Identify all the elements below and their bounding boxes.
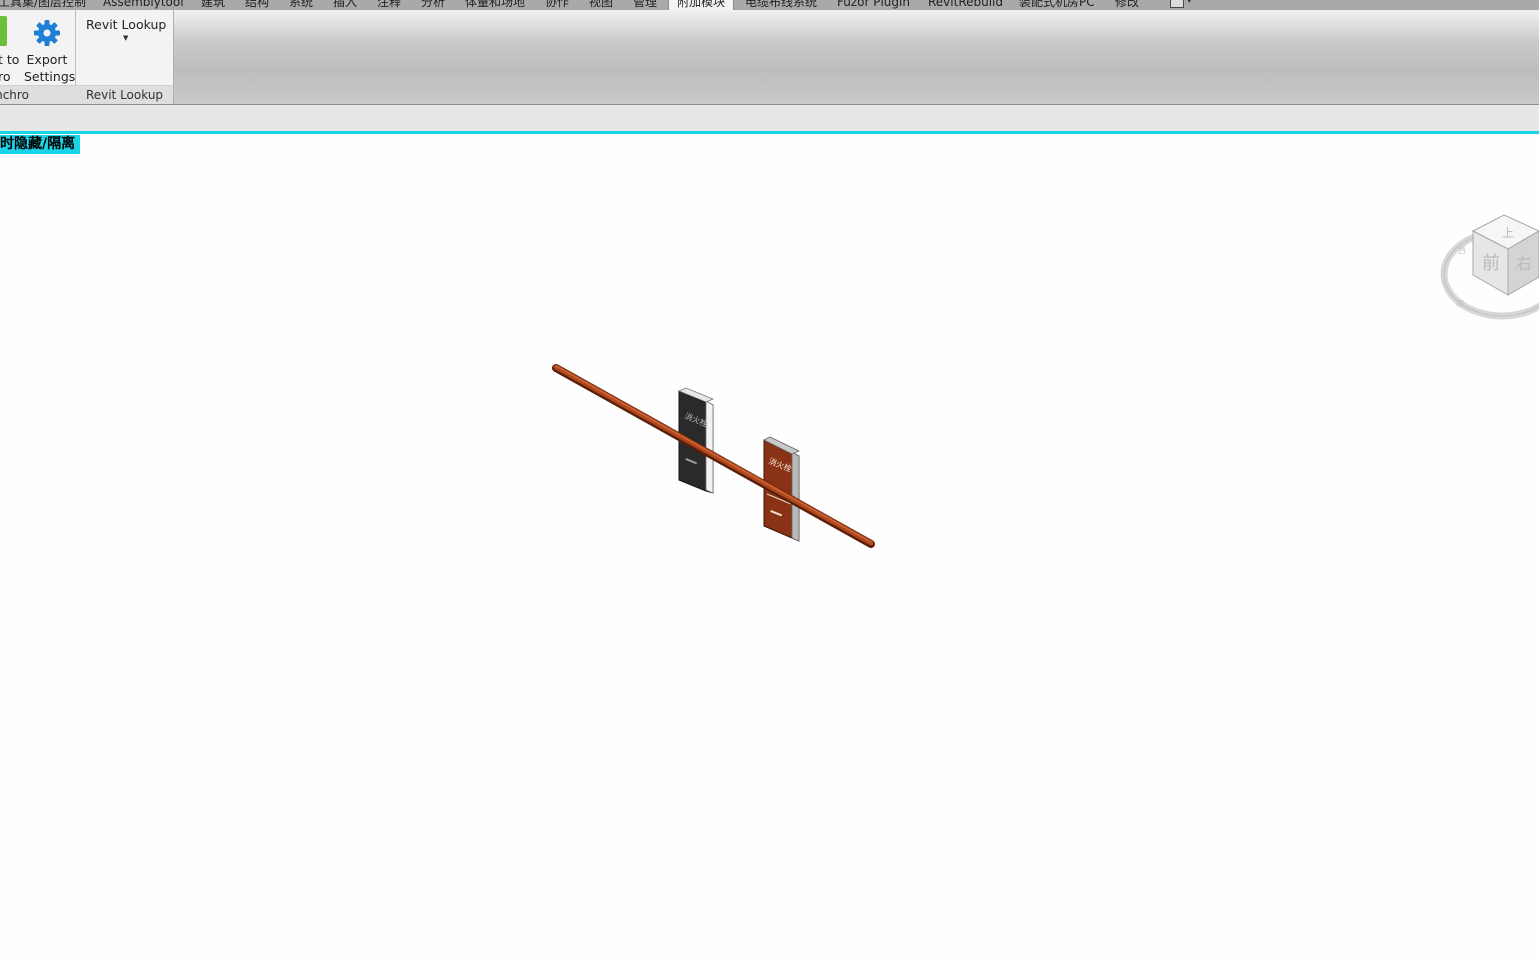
tab-massing-site[interactable]: 体量和场地 <box>465 0 525 10</box>
tab-cable-routing[interactable]: 电缆布线系统 <box>745 0 817 10</box>
tab-manage[interactable]: 管理 <box>633 0 657 10</box>
tab-fuzor-plugin[interactable]: Fuzor Plugin <box>837 0 910 10</box>
revit-lookup-dropdown-icon[interactable]: ▼ <box>123 34 128 42</box>
panel-toggle-icon[interactable] <box>1170 0 1184 8</box>
ribbon-tab-strip: 工具集/图层控制 Assemblytool 建筑 结构 系统 插入 注释 分析 … <box>0 0 1539 10</box>
tab-structure[interactable]: 结构 <box>245 0 269 10</box>
tab-insert[interactable]: 插入 <box>333 0 357 10</box>
viewcube-front-label: 前 <box>1482 253 1500 274</box>
viewcube-top-label: 上 <box>1502 226 1514 240</box>
3d-viewport[interactable]: 时隐藏/隔离 消火栓 消火栓 上 前 右 西 南 <box>0 131 1539 957</box>
viewcube-right-label: 右 <box>1516 254 1532 273</box>
tab-revitrebuild[interactable]: RevitRebuild <box>928 0 1003 10</box>
tab-collaborate[interactable]: 协作 <box>545 0 569 10</box>
export-settings-label-line2: Settings <box>24 69 76 84</box>
export-settings-label-line1: Export <box>26 52 68 67</box>
panel-title-revit-lookup: Revit Lookup <box>76 85 173 104</box>
tab-addins[interactable]: 附加模块 <box>668 0 735 10</box>
export-to-label-line1: t to <box>0 52 20 67</box>
tab-toolset[interactable]: 工具集/图层控制 <box>0 0 86 10</box>
options-bar <box>0 105 1539 131</box>
tab-prefab-room[interactable]: 装配式机房PC <box>1019 0 1095 10</box>
tab-systems[interactable]: 系统 <box>289 0 313 10</box>
tab-analyze[interactable]: 分析 <box>421 0 445 10</box>
export-to-synchro-button[interactable]: t to ro <box>0 51 19 85</box>
tab-annotate[interactable]: 注释 <box>377 0 401 10</box>
export-to-label-line2: ro <box>0 69 11 84</box>
viewcube-compass-south[interactable]: 南 <box>1456 298 1464 308</box>
export-to-synchro-icon[interactable] <box>0 16 7 46</box>
gear-icon[interactable] <box>32 18 62 48</box>
export-settings-button[interactable]: Export Settings <box>24 51 76 85</box>
revit-lookup-button[interactable]: Revit Lookup <box>86 17 166 32</box>
tab-modify[interactable]: 修改 <box>1115 0 1139 10</box>
panel-synchro: t to ro Export Settings ynchro <box>0 10 78 104</box>
panel-revit-lookup: Revit Lookup ▼ Revit Lookup <box>76 10 174 104</box>
viewcube-compass-west[interactable]: 西 <box>1458 246 1466 255</box>
pipe[interactable] <box>552 364 875 548</box>
tab-view[interactable]: 视图 <box>589 0 613 10</box>
model-scene[interactable]: 消火栓 消火栓 <box>0 134 1539 957</box>
dropdown-arrow-icon[interactable]: ▾ <box>1187 0 1192 6</box>
tab-assemblytool[interactable]: Assemblytool <box>103 0 184 10</box>
tab-architecture[interactable]: 建筑 <box>201 0 225 10</box>
panel-title-synchro: ynchro <box>0 85 78 104</box>
viewcube[interactable]: 上 前 右 西 南 <box>1440 209 1539 329</box>
ribbon: t to ro Export Settings ynchro Revit Loo <box>0 10 1539 105</box>
